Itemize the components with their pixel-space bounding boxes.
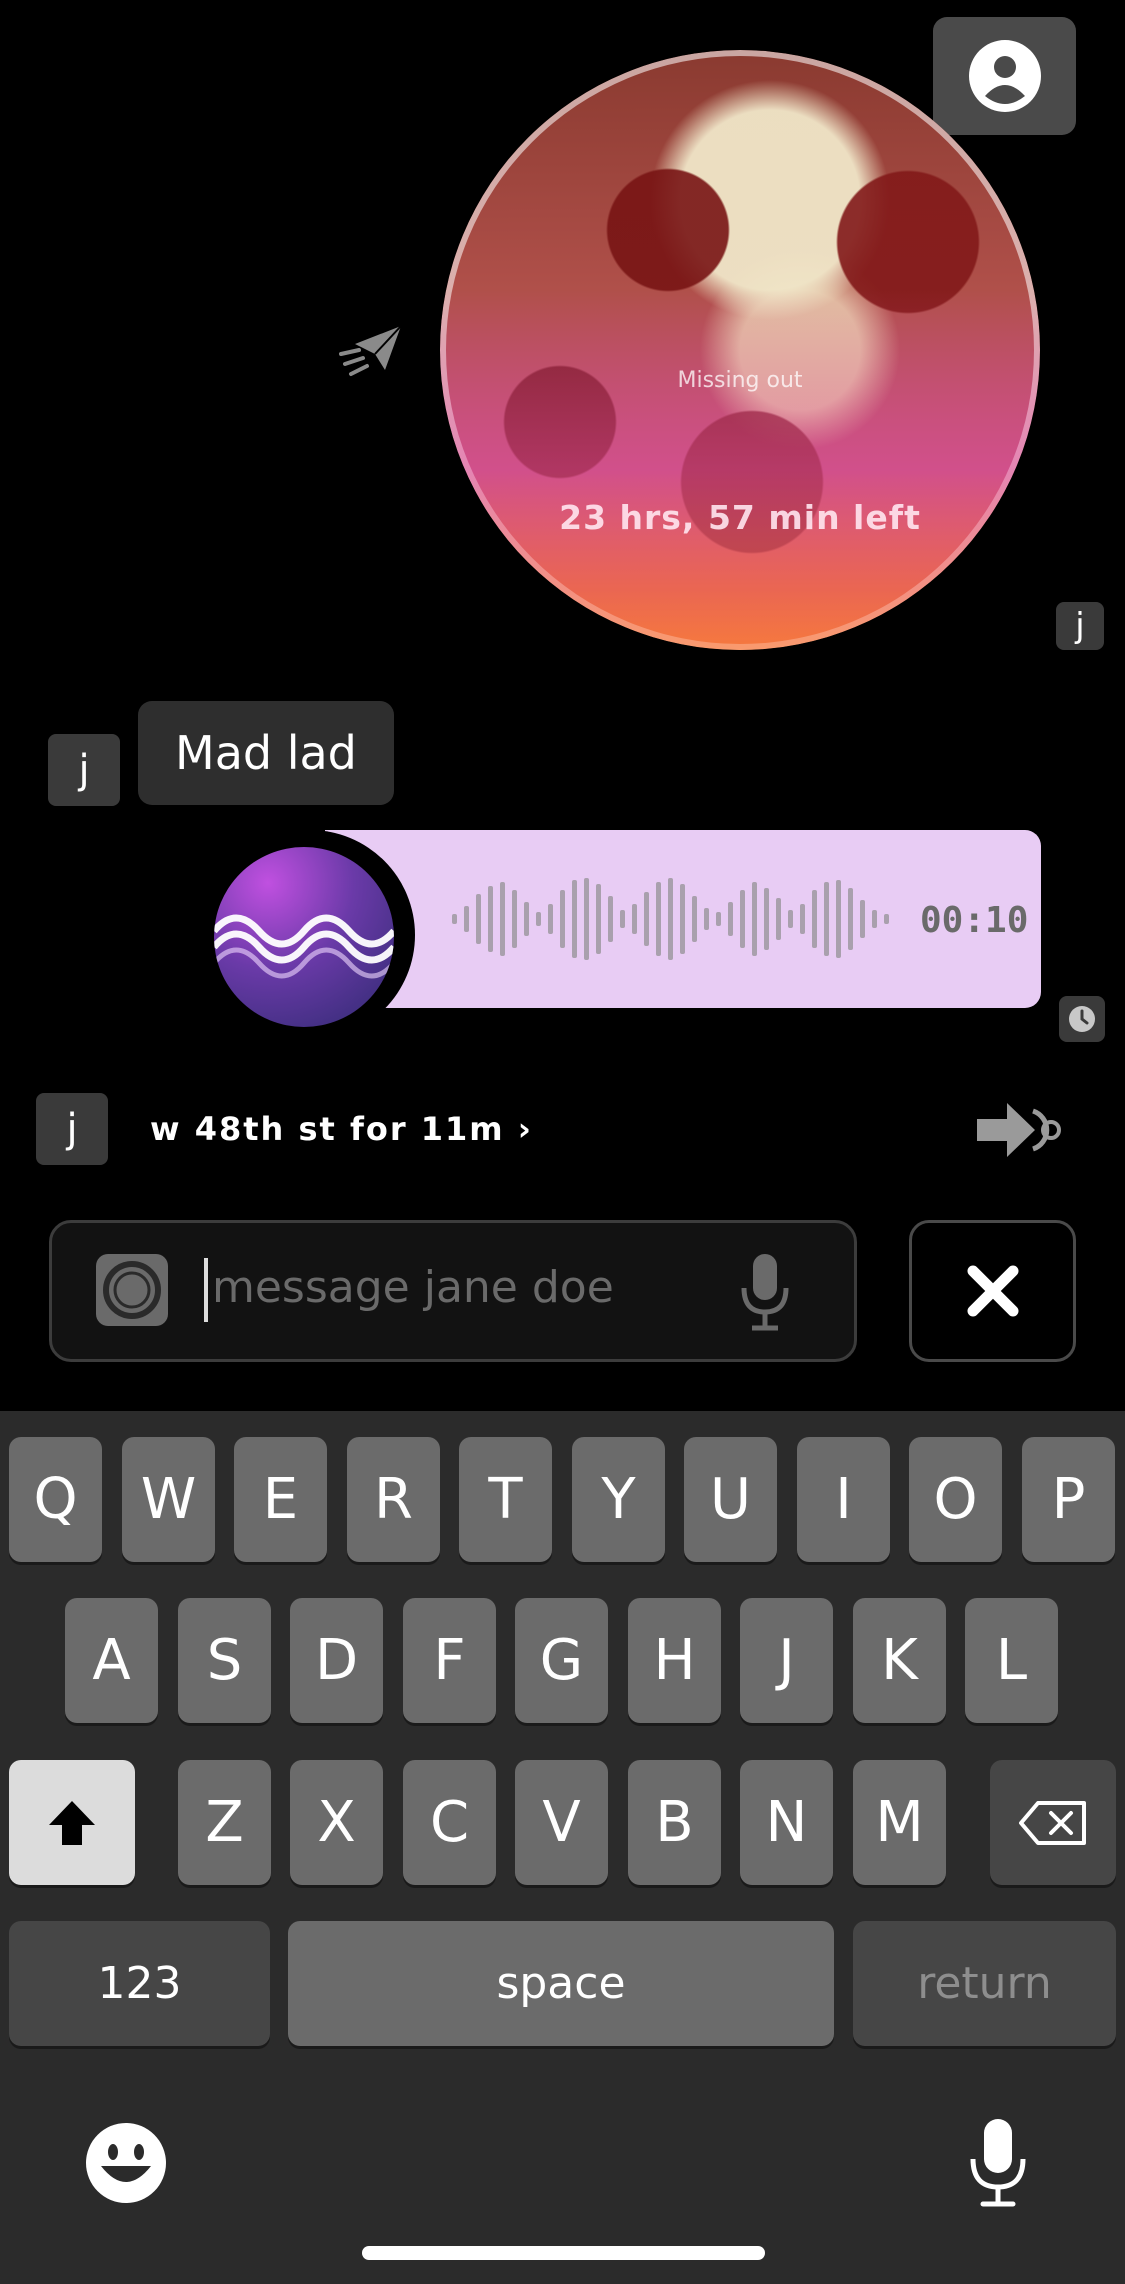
avatar-initial: j <box>66 1106 78 1152</box>
text-caret <box>204 1258 208 1322</box>
avatar: j <box>1056 602 1104 650</box>
avatar: j <box>36 1093 108 1165</box>
voice-waveform <box>452 878 889 960</box>
return-key[interactable]: return <box>853 1921 1116 2046</box>
home-indicator <box>362 2246 765 2260</box>
clock-badge <box>1059 996 1105 1042</box>
snap-timer: 23 hrs, 57 min left <box>559 498 921 537</box>
arrow-location-icon[interactable] <box>973 1095 1063 1165</box>
shift-key[interactable] <box>9 1760 135 1885</box>
avatar: j <box>48 734 120 806</box>
microphone-icon[interactable] <box>738 1252 792 1332</box>
key-y[interactable]: Y <box>572 1437 665 1562</box>
key-n[interactable]: N <box>740 1760 833 1885</box>
key-t[interactable]: T <box>459 1437 552 1562</box>
backspace-icon <box>1019 1800 1086 1845</box>
key-r[interactable]: R <box>347 1437 440 1562</box>
key-e[interactable]: E <box>234 1437 327 1562</box>
key-b[interactable]: B <box>628 1760 721 1885</box>
key-j[interactable]: J <box>740 1598 833 1723</box>
key-i[interactable]: I <box>797 1437 890 1562</box>
space-key[interactable]: space <box>288 1921 834 2046</box>
message-input-placeholder: message jane doe <box>212 1262 614 1313</box>
avatar-initial: j <box>78 747 90 793</box>
close-button[interactable] <box>909 1220 1076 1362</box>
key-s[interactable]: S <box>178 1598 271 1723</box>
voice-orb-play-button[interactable] <box>214 847 394 1027</box>
backspace-key[interactable] <box>990 1760 1116 1885</box>
key-x[interactable]: X <box>290 1760 383 1885</box>
clock-icon <box>1069 1006 1095 1032</box>
key-d[interactable]: D <box>290 1598 383 1723</box>
key-c[interactable]: C <box>403 1760 496 1885</box>
key-m[interactable]: M <box>853 1760 946 1885</box>
camera-icon <box>103 1261 161 1319</box>
key-q[interactable]: Q <box>9 1437 102 1562</box>
key-l[interactable]: L <box>965 1598 1058 1723</box>
numbers-key[interactable]: 123 <box>9 1921 270 2046</box>
key-k[interactable]: K <box>853 1598 946 1723</box>
profile-button[interactable] <box>933 17 1076 135</box>
key-u[interactable]: U <box>684 1437 777 1562</box>
camera-button[interactable] <box>96 1254 168 1326</box>
voice-duration: 00:10 <box>920 900 1029 941</box>
avatar-initial: j <box>1075 606 1085 646</box>
key-p[interactable]: P <box>1022 1437 1115 1562</box>
emoji-icon[interactable] <box>85 2122 167 2204</box>
key-o[interactable]: O <box>909 1437 1002 1562</box>
paper-plane-icon[interactable] <box>335 320 407 380</box>
shift-icon <box>49 1800 95 1845</box>
key-a[interactable]: A <box>65 1598 158 1723</box>
dictation-microphone-icon[interactable] <box>967 2117 1029 2209</box>
key-g[interactable]: G <box>515 1598 608 1723</box>
keyboard: Q W E R T Y U I O P A S D F G H J K L Z … <box>0 1411 1125 2284</box>
location-status-link[interactable]: w 48th st for 11m › <box>150 1110 533 1148</box>
person-icon <box>968 40 1041 112</box>
snap-preview[interactable]: Missing out 23 hrs, 57 min left <box>440 50 1040 650</box>
key-f[interactable]: F <box>403 1598 496 1723</box>
message-text: Mad lad <box>175 726 357 780</box>
key-z[interactable]: Z <box>178 1760 271 1885</box>
close-icon <box>967 1265 1018 1317</box>
wave-orb-icon <box>214 914 394 979</box>
key-w[interactable]: W <box>122 1437 215 1562</box>
snap-caption: Missing out <box>677 368 803 393</box>
key-v[interactable]: V <box>515 1760 608 1885</box>
message-bubble[interactable]: Mad lad <box>138 701 394 805</box>
key-h[interactable]: H <box>628 1598 721 1723</box>
